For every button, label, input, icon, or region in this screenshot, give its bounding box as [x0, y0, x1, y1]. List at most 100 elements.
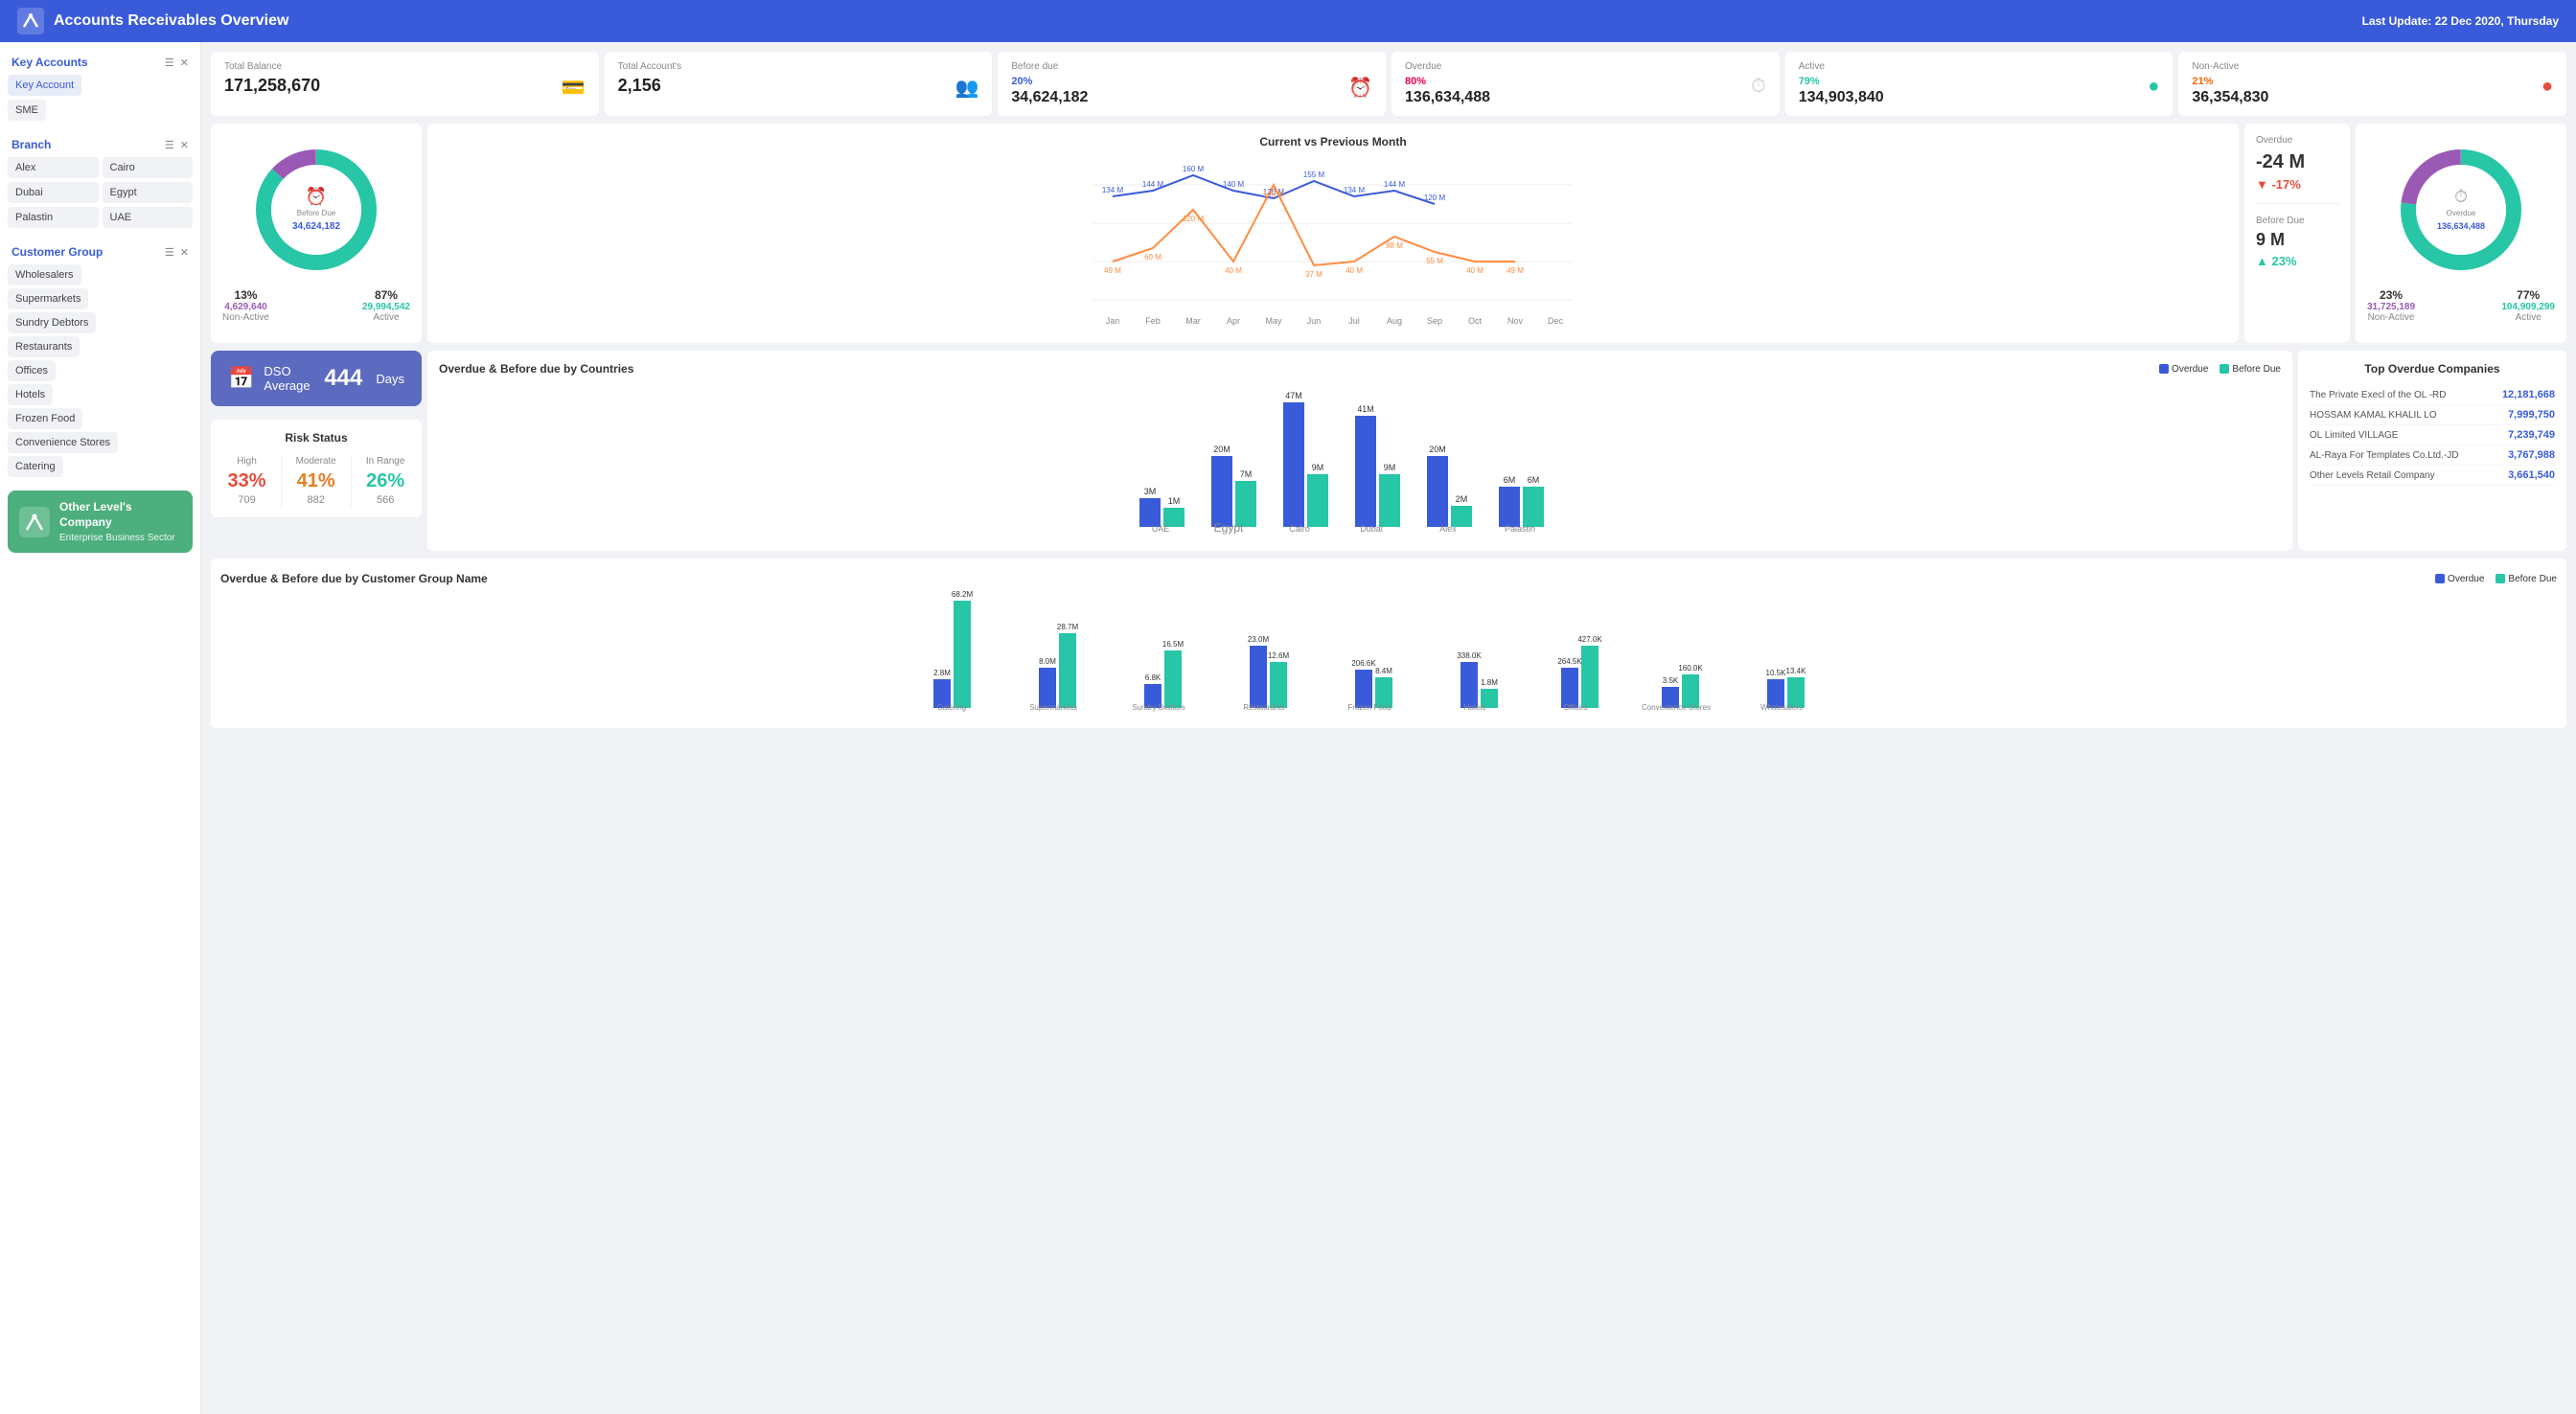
key-accounts-icons: ☰ ✕	[165, 57, 189, 69]
cg-offices[interactable]: Offices	[8, 360, 56, 381]
country-bar-svg: 3M 1M UAE 20M 7M Egypt 47M 9M Cairo	[439, 383, 2281, 536]
overdue-right-panel: Overdue -24 M ▼ -17% Before Due 9 M ▲ 23…	[2244, 124, 2566, 343]
svg-text:134 M: 134 M	[1102, 186, 1124, 194]
branch-uae[interactable]: UAE	[103, 207, 194, 228]
svg-text:Supermarkets: Supermarkets	[1029, 703, 1077, 712]
svg-text:1M: 1M	[1168, 496, 1181, 506]
svg-text:Dubai: Dubai	[1360, 524, 1383, 534]
svg-text:8.0M: 8.0M	[1039, 657, 1056, 666]
legend-overdue: Overdue	[2159, 364, 2208, 375]
svg-text:20M: 20M	[1429, 445, 1446, 454]
dso-card: 📅 DSO Average 444 Days	[211, 351, 422, 406]
svg-text:3M: 3M	[1144, 487, 1157, 496]
group-legend-before-due: Before Due	[2496, 574, 2557, 584]
stat-total-accounts: Total Account's 👥 2,156	[605, 52, 993, 116]
sme-btn[interactable]: SME	[8, 100, 46, 121]
svg-text:140 M: 140 M	[1263, 190, 1285, 198]
header-left: Accounts Receivables Overview	[17, 8, 288, 34]
branch-list-icon[interactable]: ☰	[165, 139, 174, 151]
line-chart-card: Current vs Previous Month Jan Feb Mar	[427, 124, 2239, 343]
cg-convenience-stores[interactable]: Convenience Stores	[8, 432, 118, 453]
cg-wholesalers[interactable]: Wholesalers	[8, 264, 81, 285]
svg-text:338.0K: 338.0K	[1457, 651, 1482, 660]
cg-frozen-food[interactable]: Frozen Food	[8, 408, 82, 429]
branch-palastin[interactable]: Palastin	[8, 207, 99, 228]
cg-restaurants[interactable]: Restaurants	[8, 336, 80, 357]
svg-text:⏱: ⏱	[2454, 187, 2468, 206]
customer-group-icons: ☰ ✕	[165, 246, 189, 259]
svg-text:Jul: Jul	[1348, 316, 1360, 326]
svg-text:20M: 20M	[1213, 445, 1230, 454]
before-due-donut-card: ⏰ Before Due 34,624,182 13% 4,629,640 No…	[211, 124, 422, 343]
filter-icon[interactable]: ✕	[180, 57, 189, 69]
calendar-icon: 📅	[228, 366, 254, 391]
group-legend-overdue: Overdue	[2435, 574, 2484, 584]
key-accounts-header: Key Accounts ☰ ✕	[0, 52, 200, 73]
branch-alex[interactable]: Alex	[8, 157, 99, 178]
svg-text:UAE: UAE	[1152, 524, 1170, 534]
branch-filter-icon[interactable]: ✕	[180, 139, 189, 151]
svg-text:28.7M: 28.7M	[1057, 623, 1079, 631]
svg-text:6M: 6M	[1504, 475, 1516, 485]
cg-catering[interactable]: Catering	[8, 456, 63, 477]
cg-supermarkets[interactable]: Supermarkets	[8, 288, 88, 309]
svg-text:May: May	[1265, 316, 1282, 326]
svg-text:2.8M: 2.8M	[933, 669, 951, 677]
timer-icon: ⏱	[1751, 76, 1766, 98]
svg-text:Egypt: Egypt	[1214, 521, 1244, 535]
svg-text:7M: 7M	[1240, 469, 1253, 479]
svg-text:2M: 2M	[1456, 494, 1468, 504]
cg-hotels[interactable]: Hotels	[8, 384, 53, 405]
group-legend: Overdue Before Due	[2435, 574, 2557, 584]
cg-sundry-debtors[interactable]: Sundry Debtors	[8, 312, 96, 333]
main-content: Total Balance 💳 171,258,670 Total Accoun…	[201, 42, 2576, 1414]
bottom-bar-section: Overdue & Before due by Customer Group N…	[211, 559, 2566, 728]
branch-cairo[interactable]: Cairo	[103, 157, 194, 178]
svg-text:140 M: 140 M	[1223, 180, 1245, 189]
stat-overdue: Overdue ⏱ 80% 136,634,488	[1392, 52, 1780, 116]
list-icon[interactable]: ☰	[165, 57, 174, 69]
svg-text:Aug: Aug	[1387, 316, 1402, 326]
svg-text:144 M: 144 M	[1384, 180, 1406, 189]
risk-stats: High 33% 709 Moderate 41% 882 In Range	[222, 456, 410, 506]
left-col: 📅 DSO Average 444 Days Risk Status High …	[211, 351, 422, 551]
svg-text:40 M: 40 M	[1466, 266, 1484, 275]
svg-text:41M: 41M	[1357, 404, 1374, 414]
svg-text:Catering: Catering	[937, 703, 966, 712]
stat-active: Active ● 79% 134,903,840	[1785, 52, 2174, 116]
svg-text:40 M: 40 M	[1225, 266, 1242, 275]
branch-dubai[interactable]: Dubai	[8, 182, 99, 203]
cg-filter-icon[interactable]: ✕	[180, 246, 189, 259]
svg-text:6.8K: 6.8K	[1145, 673, 1162, 682]
country-legend: Overdue Before Due	[2159, 364, 2281, 375]
branch-grid: Alex Cairo Dubai Egypt Palastin UAE	[0, 155, 200, 234]
logo-icon	[17, 8, 44, 34]
svg-text:136,634,488: 136,634,488	[2437, 221, 2485, 231]
stat-before-due: Before due ⏰ 20% 34,624,182	[998, 52, 1386, 116]
company-row-5: Other Levels Retail Company 3,661,540	[2310, 466, 2555, 486]
svg-text:47M: 47M	[1285, 391, 1302, 400]
customer-group-header: Customer Group ☰ ✕	[0, 241, 200, 262]
svg-text:206.6K: 206.6K	[1351, 659, 1376, 668]
top-companies-card: Top Overdue Companies The Private Execl …	[2298, 351, 2566, 551]
svg-text:160.0K: 160.0K	[1678, 664, 1703, 673]
overdue-donut: ⏱ Overdue 136,634,488	[2394, 143, 2528, 277]
company-row-1: The Private Execl of the OL -RD 12,181,6…	[2310, 385, 2555, 405]
key-accounts-section: Key Accounts ☰ ✕ Key Account SME	[0, 52, 200, 126]
svg-text:Hotels: Hotels	[1464, 703, 1486, 712]
branch-egypt[interactable]: Egypt	[103, 182, 194, 203]
svg-text:160 M: 160 M	[1183, 165, 1205, 173]
branch-header: Branch ☰ ✕	[0, 134, 200, 155]
before-due-donut-stats: 13% 4,629,640 Non-Active 87% 29,994,542 …	[222, 288, 410, 323]
key-account-btn[interactable]: Key Account	[8, 75, 81, 96]
svg-text:155 M: 155 M	[1303, 171, 1325, 179]
stat-non-active: Non-Active ● 21% 36,354,830	[2178, 52, 2566, 116]
overdue-donut-card: ⏱ Overdue 136,634,488 23% 31,725,189 Non…	[2356, 124, 2566, 343]
svg-text:⏰: ⏰	[306, 186, 327, 206]
svg-text:49 M: 49 M	[1104, 266, 1121, 275]
company-logo-icon	[19, 507, 50, 537]
svg-text:9M: 9M	[1384, 463, 1396, 472]
cg-list-icon[interactable]: ☰	[165, 246, 174, 259]
svg-text:Jan: Jan	[1106, 316, 1120, 326]
svg-text:49 M: 49 M	[1506, 266, 1524, 275]
